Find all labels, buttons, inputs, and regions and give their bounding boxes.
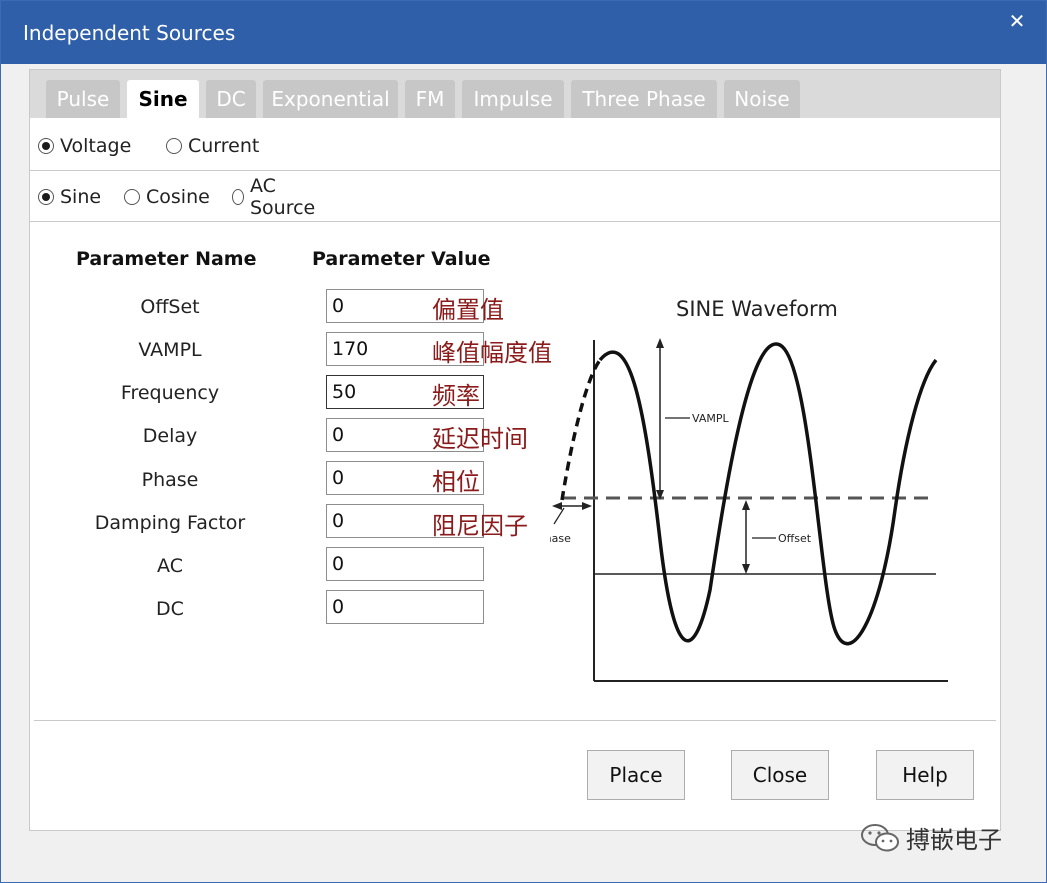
tab-sine[interactable]: Sine (127, 80, 199, 118)
help-button[interactable]: Help (876, 750, 974, 800)
param-label-phase: Phase (141, 469, 199, 491)
radio-ac-source-label: AC Source (249, 175, 316, 219)
radio-cosine[interactable]: Cosine (124, 182, 210, 212)
main-panel: Pulse Sine DC Exponential FM Impulse Thr… (29, 69, 1001, 831)
tab-strip: Pulse Sine DC Exponential FM Impulse Thr… (30, 70, 1000, 118)
annotation-delay: 延迟时间 (432, 425, 528, 453)
radio-voltage-label: Voltage (60, 135, 132, 157)
place-button[interactable]: Place (587, 750, 685, 800)
close-button[interactable]: Close (731, 750, 829, 800)
diagram-label-offset: Offset (778, 532, 812, 545)
diagram-phase-pointer (553, 507, 565, 525)
diagram-label-phase: Phase (550, 532, 571, 545)
sine-waveform-diagram: SINE Waveform VAMPL Offset Phase (550, 297, 948, 682)
radio-ac-source[interactable]: AC Source (232, 175, 319, 219)
divider (30, 221, 1000, 222)
close-icon[interactable]: ✕ (1005, 9, 1029, 33)
param-name-header: Parameter Name (76, 248, 257, 270)
radio-sine[interactable]: Sine (38, 182, 101, 212)
radio-current[interactable]: Current (166, 131, 259, 161)
tab-pulse[interactable]: Pulse (46, 80, 120, 118)
title-bar[interactable]: Independent Sources ✕ (1, 1, 1046, 64)
watermark: 搏嵌电子 (860, 820, 1002, 855)
footer-divider (34, 720, 996, 721)
tab-dc[interactable]: DC (206, 80, 256, 118)
annotation-phase: 相位 (432, 468, 480, 496)
diagram-arrowhead (742, 500, 750, 510)
diagram-sine-curve (598, 342, 938, 646)
tab-impulse[interactable]: Impulse (462, 80, 564, 118)
ac-input[interactable]: 0 (326, 547, 484, 581)
annotation-offset: 偏置值 (432, 296, 504, 324)
radio-ac-source-indicator[interactable] (232, 189, 244, 205)
param-label-damping-factor: Damping Factor (94, 512, 246, 534)
divider (30, 170, 1000, 171)
tab-fm[interactable]: FM (405, 80, 455, 118)
diagram-arrowhead (656, 338, 664, 348)
diagram-title: SINE Waveform (676, 297, 838, 321)
param-label-frequency: Frequency (120, 382, 220, 404)
tab-exponential[interactable]: Exponential (263, 80, 398, 118)
radio-cosine-indicator[interactable] (124, 189, 140, 205)
radio-voltage-indicator[interactable] (38, 138, 54, 154)
radio-sine-indicator[interactable] (38, 189, 54, 205)
diagram-arrowhead (742, 564, 750, 574)
radio-sine-label: Sine (60, 186, 102, 208)
param-value-header: Parameter Value (312, 248, 491, 270)
annotation-frequency: 频率 (432, 382, 480, 410)
diagram-label-vampl: VAMPL (692, 412, 729, 425)
radio-current-label: Current (188, 135, 260, 157)
param-label-dc: DC (156, 598, 184, 620)
param-label-vampl: VAMPL (138, 339, 202, 361)
radio-cosine-label: Cosine (146, 186, 210, 208)
radio-current-indicator[interactable] (166, 138, 182, 154)
tab-noise[interactable]: Noise (724, 80, 800, 118)
annotation-vampl: 峰值幅度值 (432, 339, 552, 367)
diagram-arrowhead (552, 502, 562, 510)
param-label-offset: OffSet (140, 296, 200, 318)
annotation-damping-factor: 阻尼因子 (432, 512, 528, 540)
tab-three-phase[interactable]: Three Phase (571, 80, 717, 118)
radio-voltage[interactable]: Voltage (38, 131, 131, 161)
dc-input[interactable]: 0 (326, 590, 484, 624)
param-label-ac: AC (157, 555, 183, 577)
watermark-text: 搏嵌电子 (906, 826, 1002, 854)
diagram-arrowhead (582, 502, 592, 510)
window-title: Independent Sources (23, 21, 236, 45)
param-label-delay: Delay (142, 425, 198, 447)
wechat-icon (861, 823, 899, 851)
dialog-window: Independent Sources ✕ Pulse Sine DC Expo… (0, 0, 1047, 883)
